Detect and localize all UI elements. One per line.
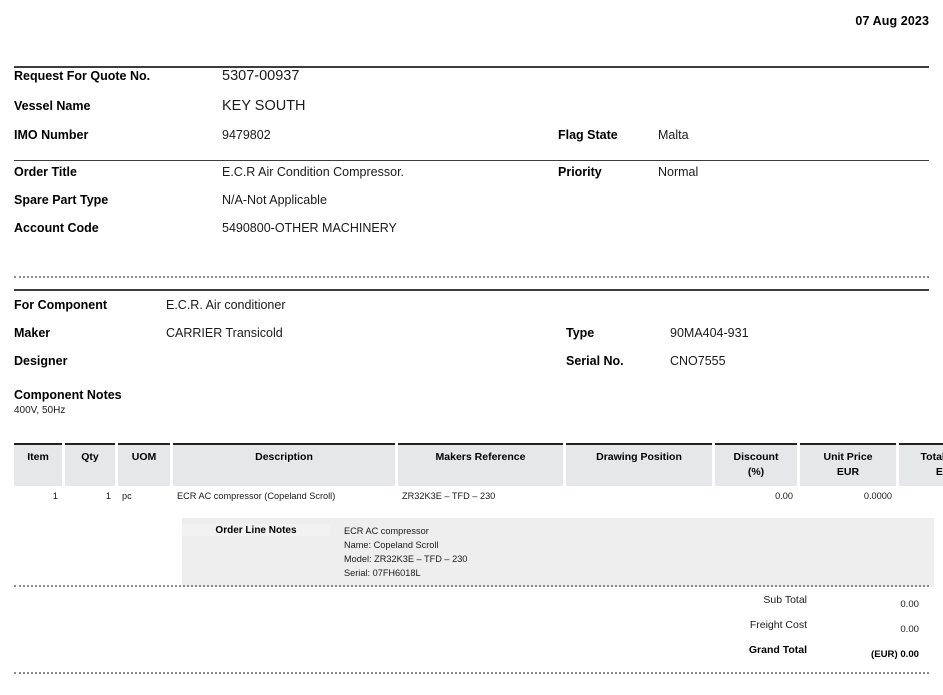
col-header-unit-price-label: Unit Price <box>823 451 873 463</box>
type-value: 90MA404-931 <box>670 326 749 340</box>
spare-part-type-label: Spare Part Type <box>14 193 109 207</box>
order-line-notes-section: Order Line Notes ECR AC compressor Name:… <box>14 518 934 588</box>
serial-no-label: Serial No. <box>566 354 624 368</box>
type-label: Type <box>566 326 595 340</box>
col-header-discount-label: Discount <box>733 451 779 463</box>
cell-unit-price: 0.0000 <box>863 491 892 502</box>
field-row-vessel: Vessel Name KEY SOUTH <box>14 98 929 128</box>
designer-label: Designer <box>14 354 68 368</box>
rfq-label: Request For Quote No. <box>14 69 151 83</box>
cell-drawing-position <box>566 486 712 504</box>
cell-makers-reference: ZR32K3E – TFD – 230 <box>402 491 496 502</box>
vessel-name-value: KEY SOUTH <box>222 98 306 114</box>
items-table-section: Item Qty UOM Description Makers Referenc… <box>14 443 943 505</box>
col-header-unit-price: Unit Price EUR <box>800 443 896 487</box>
footer-dotted-separator <box>14 672 929 674</box>
field-row-rfq: Request For Quote No. 5307-00937 <box>14 68 929 98</box>
cell-description: ECR AC compressor (Copeland Scroll) <box>177 491 336 502</box>
cell-qty: 1 <box>105 491 111 502</box>
order-line-note-line: ECR AC compressor <box>344 526 429 536</box>
totals-row-grand-total: Grand Total (EUR) 0.00 <box>14 644 929 669</box>
document-date: 07 Aug 2023 <box>855 14 929 28</box>
col-header-item-label: Item <box>27 451 49 463</box>
col-header-qty: Qty <box>65 443 115 487</box>
vessel-name-label: Vessel Name <box>14 99 91 113</box>
totals-row-sub-total: Sub Total 0.00 <box>14 594 929 619</box>
totals-row-freight-cost: Freight Cost 0.00 <box>14 619 929 644</box>
order-line-notes-text: ECR AC compressor Name: Copeland Scroll … <box>330 524 934 580</box>
for-component-value: E.C.R. Air conditioner <box>166 298 286 312</box>
field-row-spare-part: Spare Part Type N/A-Not Applicable <box>14 193 929 221</box>
order-line-note-line: Model: ZR32K3E – TFD – 230 <box>344 554 468 565</box>
items-table-header-row: Item Qty UOM Description Makers Referenc… <box>14 443 943 487</box>
component-top-rule <box>14 289 929 291</box>
order-line-notes-band: Order Line Notes ECR AC compressor Name:… <box>182 518 934 588</box>
cell-total-price: 0.00 <box>899 486 943 504</box>
col-header-total-price-label: Total Price <box>920 451 943 463</box>
field-row-maker: Maker CARRIER Transicold Type 90MA404-93… <box>14 326 929 354</box>
flag-state-value: Malta <box>658 128 689 142</box>
col-header-item: Item <box>14 443 62 487</box>
rfq-value: 5307-00937 <box>222 68 300 84</box>
col-header-total-price-sub: EUR <box>935 466 943 479</box>
priority-value: Normal <box>658 165 699 179</box>
table-row: 1 1 pc ECR AC compressor (Copeland Scrol… <box>14 486 943 504</box>
col-header-total-price: Total Price EUR <box>899 443 943 487</box>
sub-total-value: 0.00 <box>900 599 919 610</box>
flag-state-label: Flag State <box>558 128 618 142</box>
component-notes-title: Component Notes <box>14 388 122 402</box>
order-line-notes-label: Order Line Notes <box>182 524 330 536</box>
document-page: 07 Aug 2023 Request For Quote No. 5307-0… <box>0 0 943 695</box>
freight-cost-label: Freight Cost <box>749 619 807 631</box>
freight-cost-value: 0.00 <box>900 624 919 635</box>
totals-section: Sub Total 0.00 Freight Cost 0.00 Grand T… <box>14 594 929 669</box>
maker-value: CARRIER Transicold <box>166 326 283 340</box>
col-header-qty-label: Qty <box>81 451 99 463</box>
component-section: For Component E.C.R. Air conditioner Mak… <box>14 298 929 416</box>
serial-no-value: CNO7555 <box>670 354 726 368</box>
imo-number-label: IMO Number <box>14 128 89 142</box>
col-header-unit-price-sub: EUR <box>836 466 860 479</box>
col-header-description-label: Description <box>255 451 313 463</box>
col-header-discount-sub: (%) <box>747 466 765 479</box>
spare-part-type-value: N/A-Not Applicable <box>222 193 327 207</box>
order-title-value: E.C.R Air Condition Compressor. <box>222 165 405 179</box>
col-header-drawing-position: Drawing Position <box>566 443 712 487</box>
field-row-designer: Designer Serial No. CNO7555 <box>14 354 929 382</box>
for-component-label: For Component <box>14 298 108 312</box>
col-header-uom-label: UOM <box>131 451 157 463</box>
order-title-label: Order Title <box>14 165 77 179</box>
cell-discount: 0.00 <box>775 491 793 502</box>
account-code-label: Account Code <box>14 221 99 235</box>
order-line-note-line: Serial: 07FH6018L <box>344 568 421 579</box>
col-header-description: Description <box>173 443 395 487</box>
imo-number-value: 9479802 <box>222 128 271 142</box>
grand-total-value: (EUR) 0.00 <box>871 649 919 660</box>
col-header-makers-reference-label: Makers Reference <box>435 451 526 463</box>
col-header-uom: UOM <box>118 443 170 487</box>
col-header-drawing-position-label: Drawing Position <box>596 451 682 463</box>
sub-total-label: Sub Total <box>763 594 807 606</box>
maker-label: Maker <box>14 326 51 340</box>
header-fields-section: Request For Quote No. 5307-00937 Vessel … <box>14 66 929 249</box>
totals-top-dotted-separator <box>14 585 929 587</box>
component-notes-body: 400V, 50Hz <box>14 405 66 416</box>
field-row-for-component: For Component E.C.R. Air conditioner <box>14 298 929 326</box>
field-row-order-title: Order Title E.C.R Air Condition Compress… <box>14 165 929 193</box>
account-code-value: 5490800-OTHER MACHINERY <box>222 221 397 235</box>
grand-total-label: Grand Total <box>748 644 807 656</box>
col-header-makers-reference: Makers Reference <box>398 443 563 487</box>
cell-item: 1 <box>52 491 58 502</box>
col-header-discount: Discount (%) <box>715 443 797 487</box>
field-row-account-code: Account Code 5490800-OTHER MACHINERY <box>14 221 929 249</box>
header-middle-rule <box>14 160 929 161</box>
priority-label: Priority <box>558 165 602 179</box>
field-row-imo: IMO Number 9479802 Flag State Malta <box>14 128 929 156</box>
order-line-note-line: Name: Copeland Scroll <box>344 540 439 551</box>
cell-uom: pc <box>122 491 132 502</box>
items-table: Item Qty UOM Description Makers Referenc… <box>11 443 943 505</box>
component-dotted-separator <box>14 276 929 278</box>
